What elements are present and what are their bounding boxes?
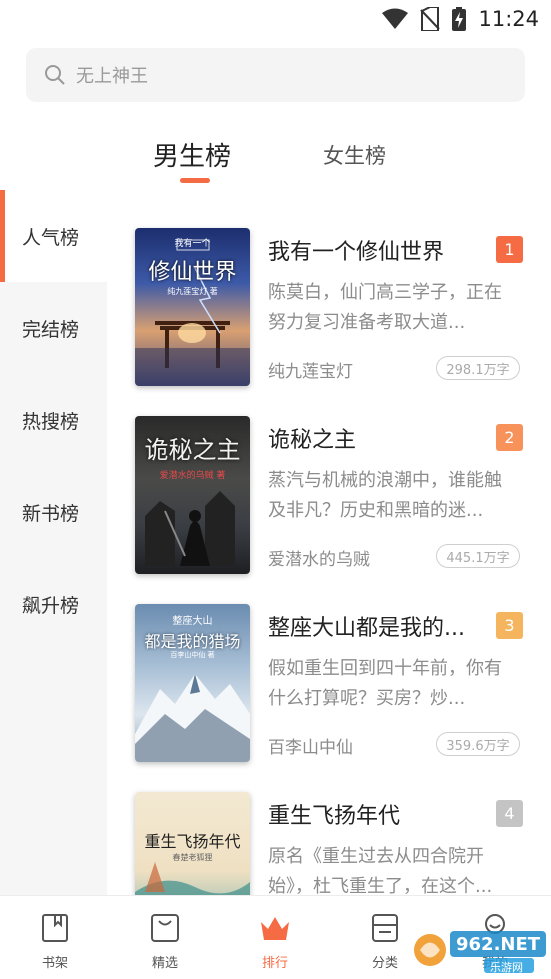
watermark-text: 962.NET xyxy=(456,934,541,955)
nav-bookshelf[interactable]: 书架 xyxy=(0,896,110,979)
watermark-subtext: 乐游网 xyxy=(490,961,523,974)
category-label: 完结榜 xyxy=(22,318,80,341)
rank-badge: 2 xyxy=(496,424,523,451)
category-label: 新书榜 xyxy=(22,502,80,525)
cover-art xyxy=(135,239,250,386)
cover-title: 修仙世界 xyxy=(148,260,237,285)
site-watermark: 962.NET 乐游网 xyxy=(410,925,550,975)
cover-subtitle: 我有一个 xyxy=(174,239,211,249)
book-title[interactable]: 重生飞扬年代 xyxy=(268,798,400,830)
search-icon xyxy=(45,65,65,85)
book-description: 原名《重生过去从四合院开始》，杜飞重生了，在这个... xyxy=(268,846,493,895)
tab-female-ranking[interactable]: 女生榜 xyxy=(323,140,386,170)
search-bar[interactable]: 无上神王 xyxy=(26,48,525,102)
category-icon xyxy=(372,914,398,942)
gender-tabs: 男生榜 女生榜 xyxy=(0,128,551,188)
status-time: 11:24 xyxy=(478,7,539,31)
crown-icon xyxy=(261,917,289,940)
status-bar: 11:24 xyxy=(0,0,551,38)
cover-author: 纯九莲宝灯 著 xyxy=(167,287,218,296)
cover-subtitle: 整座大山 xyxy=(172,616,213,627)
word-count-badge: 445.1万字 xyxy=(436,544,520,568)
book-description: 假如重生回到四十年前，你有什么打算呢？买房？炒... xyxy=(268,658,502,709)
wifi-icon xyxy=(382,8,409,29)
book-item[interactable]: 我有一个 修仙世界 纯九莲宝灯 著 我有一个修仙世界 1 陈莫白，仙门高三学子，… xyxy=(107,190,551,386)
nav-label: 精选 xyxy=(151,956,178,971)
nav-label: 排行 xyxy=(261,956,288,971)
no-sim-icon xyxy=(420,7,441,31)
nav-ranking[interactable]: 排行 xyxy=(220,896,330,979)
book-item[interactable]: 诡秘之主 爱潜水的乌贼 著 诡秘之主 2 蒸汽与机械的浪潮中，谁能触及非凡？历史… xyxy=(107,378,551,574)
book-description: 陈莫白，仙门高三学子，正在努力复习准备考取大道... xyxy=(268,282,502,333)
category-popular[interactable]: 人气榜 xyxy=(0,190,107,282)
book-item[interactable]: 整座大山 都是我的猎场 百李山中仙 著 整座大山都是我的... 3 假如重生回到… xyxy=(107,566,551,762)
book-cover[interactable]: 诡秘之主 爱潜水的乌贼 著 xyxy=(135,416,250,574)
battery-charging-icon xyxy=(452,7,467,31)
status-icons: 11:24 xyxy=(382,6,539,32)
category-label: 人气榜 xyxy=(22,226,80,249)
featured-icon xyxy=(151,914,179,942)
nav-featured[interactable]: 精选 xyxy=(110,896,220,979)
category-hot-search[interactable]: 热搜榜 xyxy=(0,374,107,466)
active-indicator xyxy=(0,190,5,282)
rank-badge: 4 xyxy=(496,800,523,827)
category-completed[interactable]: 完结榜 xyxy=(0,282,107,374)
rank-badge: 1 xyxy=(496,236,523,263)
cover-title: 诡秘之主 xyxy=(144,436,241,464)
cover-title: 重生飞扬年代 xyxy=(144,832,241,851)
tab-male-ranking[interactable]: 男生榜 xyxy=(153,136,231,173)
category-rising[interactable]: 飙升榜 xyxy=(0,558,107,650)
nav-label: 书架 xyxy=(41,956,68,971)
cover-title: 都是我的猎场 xyxy=(144,632,241,651)
book-item[interactable]: 重生飞扬年代 春楚老狐狸 重生飞扬年代 4 原名《重生过去从四合院开始》，杜飞重… xyxy=(107,754,551,895)
rank-badge: 3 xyxy=(496,612,523,639)
ranking-category-nav: 人气榜 完结榜 热搜榜 新书榜 飙升榜 xyxy=(0,190,107,895)
book-cover[interactable]: 整座大山 都是我的猎场 百李山中仙 著 xyxy=(135,604,250,762)
word-count-badge: 298.1万字 xyxy=(436,356,520,380)
book-title[interactable]: 整座大山都是我的... xyxy=(268,610,465,642)
category-new-books[interactable]: 新书榜 xyxy=(0,466,107,558)
cover-author: 春楚老狐狸 xyxy=(172,853,213,862)
book-cover[interactable]: 我有一个 修仙世界 纯九莲宝灯 著 xyxy=(135,228,250,386)
book-title[interactable]: 诡秘之主 xyxy=(268,422,356,454)
book-title[interactable]: 我有一个修仙世界 xyxy=(268,234,444,266)
search-placeholder: 无上神王 xyxy=(76,66,148,87)
bookshelf-icon xyxy=(42,914,68,942)
category-label: 飙升榜 xyxy=(22,594,80,617)
book-description: 蒸汽与机械的浪潮中，谁能触及非凡？历史和黑暗的迷... xyxy=(268,470,502,521)
book-cover[interactable]: 重生飞扬年代 春楚老狐狸 xyxy=(135,792,250,895)
tab-indicator xyxy=(180,178,210,183)
book-list: 我有一个 修仙世界 纯九莲宝灯 著 我有一个修仙世界 1 陈莫白，仙门高三学子，… xyxy=(107,190,551,895)
cover-author: 百李山中仙 著 xyxy=(170,651,215,659)
word-count-badge: 359.6万字 xyxy=(436,732,520,756)
cover-author: 爱潜水的乌贼 著 xyxy=(159,471,226,481)
category-label: 热搜榜 xyxy=(22,410,80,433)
